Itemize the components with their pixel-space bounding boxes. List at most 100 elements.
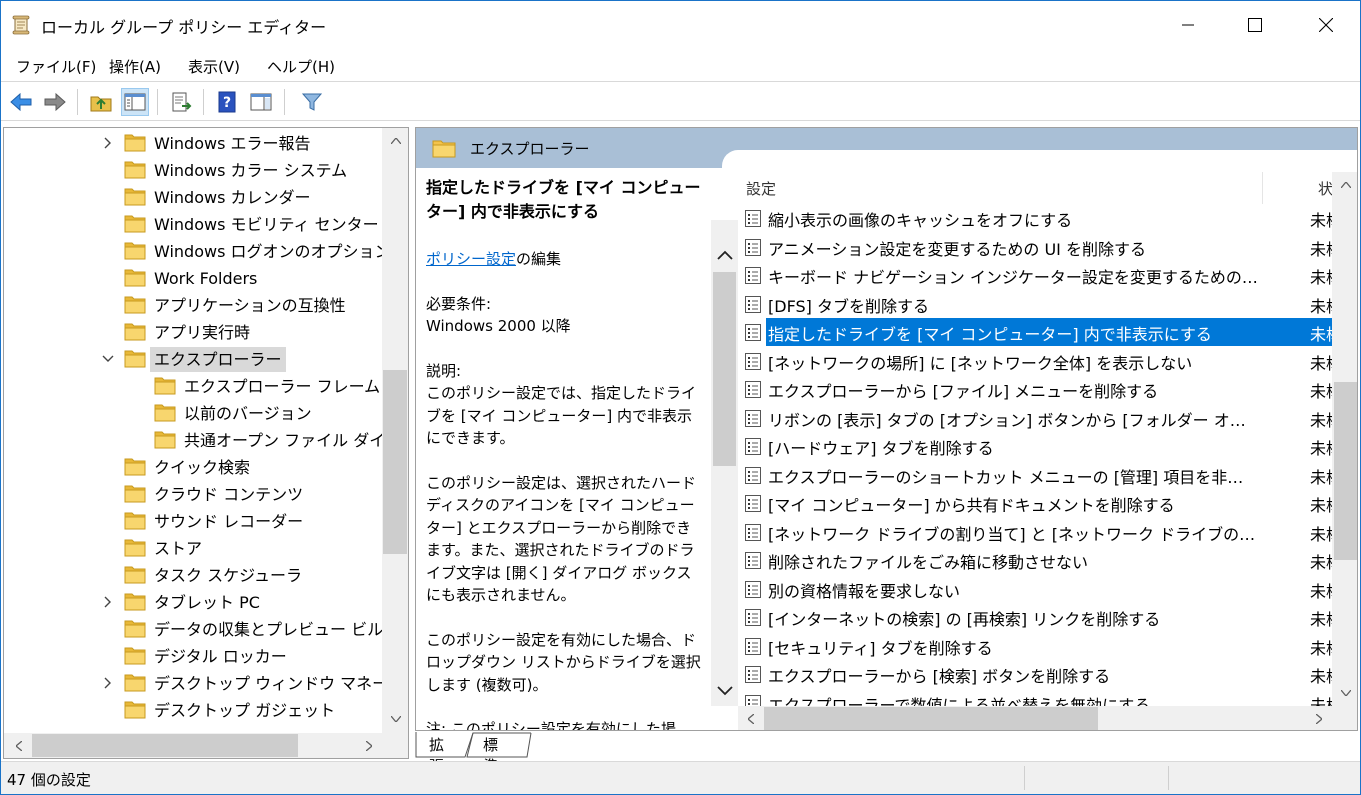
tree-scroll-thumb[interactable] xyxy=(383,370,407,554)
tree-horizontal-scrollbar[interactable] xyxy=(4,733,408,758)
tree-item[interactable]: Windows カレンダー xyxy=(4,184,382,211)
scroll-up-arrow-icon[interactable] xyxy=(1337,176,1354,193)
policy-row[interactable]: 別の資格情報を要求しない 未構 xyxy=(738,575,1342,604)
tree-item[interactable]: デスクトップ ガジェット xyxy=(4,697,382,724)
edit-policy-suffix: の編集 xyxy=(516,250,562,268)
list-hscroll-thumb[interactable] xyxy=(764,707,1098,730)
folder-icon xyxy=(124,647,146,665)
policy-row[interactable]: エクスプローラーから [検索] ボタンを削除する 未構 xyxy=(738,660,1342,689)
maximize-button[interactable] xyxy=(1232,1,1278,48)
policy-row[interactable]: [ネットワーク ドライブの割り当て] と [ネットワーク ドライブの切断] 項目… xyxy=(738,518,1342,547)
policy-row[interactable]: エクスプローラーのショートカット メニューの [管理] 項目を非表示にする 未構 xyxy=(738,461,1342,490)
tree-item[interactable]: 以前のバージョン xyxy=(4,400,382,427)
tree-item[interactable]: クラウド コンテンツ xyxy=(4,481,382,508)
scroll-left-arrow-icon[interactable] xyxy=(10,737,27,754)
tree-item[interactable]: エクスプローラー フレーム ウィンド xyxy=(4,373,382,400)
policy-row[interactable]: [DFS] タブを削除する 未構 xyxy=(738,290,1342,319)
folder-icon xyxy=(154,377,176,395)
folder-icon xyxy=(124,701,146,719)
tree-item[interactable]: デジタル ロッカー xyxy=(4,643,382,670)
policy-row[interactable]: [マイ コンピューター] から共有ドキュメントを削除する 未構 xyxy=(738,489,1342,518)
policy-setting-name: [ハードウェア] タブを削除する xyxy=(768,439,994,458)
minimize-button[interactable] xyxy=(1165,1,1211,48)
policy-setting-icon xyxy=(745,552,761,569)
back-button[interactable] xyxy=(7,88,35,116)
menu-help[interactable]: ヘルプ(H) xyxy=(267,56,335,77)
show-hide-action-pane-button[interactable] xyxy=(247,88,275,116)
settings-list[interactable]: 設定 状 縮小表示の画像のキャッシュをオフにする 未構 アニメーション設定を変更する… xyxy=(738,172,1357,730)
tree-item[interactable]: Windows モビリティ センター xyxy=(4,211,382,238)
tree-item[interactable]: Windows エラー報告 xyxy=(4,130,382,157)
tree-item[interactable]: エクスプローラー xyxy=(4,346,382,373)
list-horizontal-scrollbar[interactable] xyxy=(738,706,1357,730)
requirements-label: 必要条件: xyxy=(426,294,492,313)
help-button[interactable]: ? xyxy=(213,88,241,116)
chevron-down-icon[interactable] xyxy=(102,352,114,366)
menu-view[interactable]: 表示(V) xyxy=(188,56,240,77)
tab-extended[interactable]: 拡張 xyxy=(423,732,450,775)
edit-policy-link[interactable]: ポリシー設定 xyxy=(426,250,516,268)
tree-item-label: サウンド レコーダー xyxy=(154,512,304,531)
tree-item[interactable]: アプリ実行時 xyxy=(4,319,382,346)
tree-item[interactable]: タスク スケジューラ xyxy=(4,562,382,589)
tree-vertical-scrollbar[interactable] xyxy=(382,128,408,733)
scroll-down-arrow-icon[interactable] xyxy=(716,682,733,699)
scroll-right-arrow-icon[interactable] xyxy=(360,737,377,754)
description-scroll-thumb[interactable] xyxy=(713,272,736,466)
tree-item[interactable]: 共通オープン ファイル ダイアログ xyxy=(4,427,382,454)
up-level-button[interactable] xyxy=(87,88,115,116)
list-vertical-scrollbar[interactable] xyxy=(1332,172,1357,706)
policy-row[interactable]: エクスプローラーから [ファイル] メニューを削除する 未構 xyxy=(738,375,1342,404)
tree-item[interactable]: Windows ログオンのオプション xyxy=(4,238,382,265)
description-label: 説明: xyxy=(426,361,462,380)
list-scroll-thumb[interactable] xyxy=(1334,382,1357,560)
export-list-button[interactable] xyxy=(167,88,195,116)
policy-row[interactable]: [セキュリティ] タブを削除する 未構 xyxy=(738,632,1342,661)
policy-row[interactable]: [ハードウェア] タブを削除する 未構 xyxy=(738,432,1342,461)
policy-row[interactable]: [ネットワークの場所] に [ネットワーク全体] を表示しない 未構 xyxy=(738,347,1342,376)
scroll-down-arrow-icon[interactable] xyxy=(387,710,404,727)
chevron-right-icon[interactable] xyxy=(102,595,114,609)
tree-item[interactable]: デスクトップ ウィンドウ マネージャー xyxy=(4,670,382,697)
policy-row[interactable]: 縮小表示の画像のキャッシュをオフにする 未構 xyxy=(738,204,1342,233)
policy-row[interactable]: 指定したドライブを [マイ コンピューター] 内で非表示にする 未構 xyxy=(738,318,1342,347)
tree-hscroll-thumb[interactable] xyxy=(32,734,298,757)
tree-item[interactable]: クイック検索 xyxy=(4,454,382,481)
scroll-down-arrow-icon[interactable] xyxy=(1337,684,1354,701)
console-tree[interactable]: Windows エラー報告 Windows カラー システム Windows カレン… xyxy=(3,127,409,759)
tab-standard[interactable]: 標準 xyxy=(477,732,504,775)
description-scrollbar[interactable] xyxy=(711,220,738,706)
policy-row[interactable]: [インターネットの検索] の [再検索] リンクを削除する 未構 xyxy=(738,603,1342,632)
tree-item[interactable]: サウンド レコーダー xyxy=(4,508,382,535)
tree-item[interactable]: タブレット PC xyxy=(4,589,382,616)
policy-row[interactable]: キーボード ナビゲーション インジケーター設定を変更するための UI を削除..… xyxy=(738,261,1342,290)
chevron-right-icon[interactable] xyxy=(102,136,114,150)
tree-item[interactable]: アプリケーションの互換性 xyxy=(4,292,382,319)
close-button[interactable] xyxy=(1303,1,1349,48)
scroll-left-arrow-icon[interactable] xyxy=(742,710,759,727)
menu-file[interactable]: ファイル(F) xyxy=(16,56,96,77)
policy-row[interactable]: 削除されたファイルをごみ箱に移動させない 未構 xyxy=(738,546,1342,575)
gpedit-window: ローカル グループ ポリシー エディター ファイル(F) 操作(A) 表示(V)… xyxy=(0,0,1361,795)
tree-item[interactable]: データの収集とプレビュー ビルド xyxy=(4,616,382,643)
chevron-right-icon[interactable] xyxy=(102,676,114,690)
forward-arrow-icon xyxy=(44,92,66,112)
show-hide-tree-button[interactable] xyxy=(121,88,149,116)
policy-row[interactable]: アニメーション設定を変更するための UI を削除する 未構 xyxy=(738,233,1342,262)
filter-button[interactable] xyxy=(298,88,326,116)
folder-icon xyxy=(124,134,146,152)
tree-item-label: Windows モビリティ センター xyxy=(154,215,379,234)
tree-item[interactable]: Work Folders xyxy=(4,265,382,292)
scroll-up-arrow-icon[interactable] xyxy=(716,246,733,263)
column-header-state[interactable]: 状 xyxy=(1318,178,1333,199)
scroll-right-arrow-icon[interactable] xyxy=(1310,710,1327,727)
column-header-setting[interactable]: 設定 xyxy=(746,178,776,199)
scroll-up-arrow-icon[interactable] xyxy=(387,132,404,149)
status-bar: 47 個の設定 xyxy=(1,761,1360,794)
forward-button[interactable] xyxy=(41,88,69,116)
policy-row[interactable]: リボンの [表示] タブの [オプション] ボタンから [フォルダー オプション… xyxy=(738,404,1342,433)
tree-item[interactable]: ストア xyxy=(4,535,382,562)
menu-action[interactable]: 操作(A) xyxy=(109,56,161,77)
tree-item[interactable]: Windows カラー システム xyxy=(4,157,382,184)
column-divider[interactable] xyxy=(1262,172,1263,204)
